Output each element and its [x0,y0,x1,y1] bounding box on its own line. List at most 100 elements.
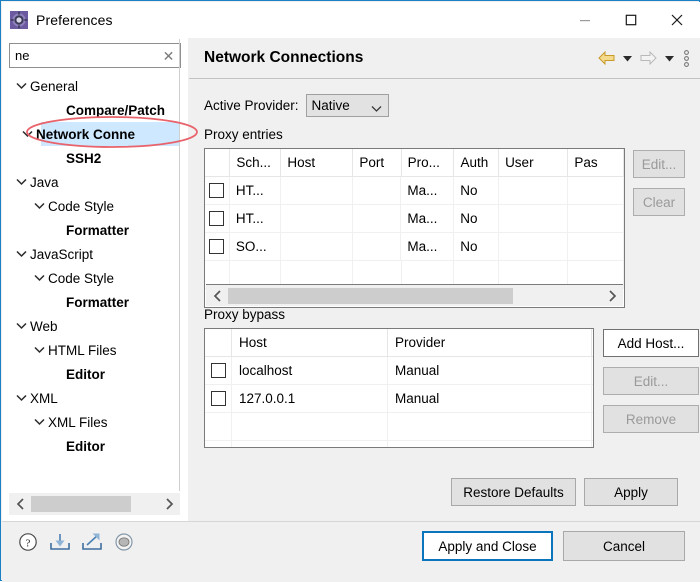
tree-indent-spacer [49,290,66,314]
checkbox-icon[interactable] [211,363,226,378]
forward-menu-chevron-down-icon[interactable] [660,38,678,78]
chevron-down-icon[interactable] [19,122,36,146]
proxy-entries-horizontal-scrollbar[interactable] [206,284,623,306]
chevron-down-icon[interactable] [31,410,48,434]
chevron-down-icon[interactable] [31,266,48,290]
proxy-bypass-edit-button[interactable]: Edit... [603,367,699,395]
column-header[interactable]: Auth [454,149,499,176]
checkbox-icon[interactable] [211,391,226,406]
proxy-entries-edit-button[interactable]: Edit... [633,150,685,178]
cell-port [353,205,401,232]
sidebar-item-formatter[interactable]: Formatter [3,218,180,242]
search-input[interactable] [10,45,157,66]
table-row[interactable]: HT...Ma...No [205,205,624,233]
chevron-down-icon[interactable] [13,242,30,266]
table-row[interactable]: HT...Ma...No [205,177,624,205]
table-row[interactable]: SO...Ma...No [205,233,624,261]
sidebar-horizontal-scrollbar[interactable] [9,493,180,515]
close-icon[interactable] [654,2,700,38]
sidebar-item-compare-patch[interactable]: Compare/Patch [3,98,180,122]
chevron-down-icon[interactable] [13,314,30,338]
chevron-down-icon[interactable] [13,170,30,194]
sidebar-item-xml[interactable]: XML [3,386,180,410]
proxy-bypass-table[interactable]: HostProviderlocalhostManual127.0.0.1Manu… [204,328,594,448]
active-provider-label: Active Provider: [204,98,299,113]
sidebar-item-java[interactable]: Java [3,170,180,194]
row-checkbox[interactable] [205,385,232,412]
cancel-button[interactable]: Cancel [563,531,685,561]
apply-and-close-button[interactable]: Apply and Close [422,531,553,561]
sidebar-item-editor[interactable]: Editor [3,362,180,386]
chevron-right-icon[interactable] [158,493,180,515]
apply-button[interactable]: Apply [584,478,678,506]
column-header[interactable]: Pas [568,149,624,176]
proxy-bypass-remove-button[interactable]: Remove [603,405,699,433]
sidebar-item-javascript[interactable]: JavaScript [3,242,180,266]
scrollbar-thumb[interactable] [31,496,131,512]
maximize-icon[interactable] [608,2,654,38]
checkbox-icon[interactable] [209,211,224,226]
active-provider-select[interactable]: Native [306,94,389,117]
chevron-down-icon[interactable] [13,386,30,410]
column-header[interactable] [205,149,230,176]
column-header[interactable]: Host [232,329,388,356]
sidebar-item-label: Code Style [48,199,114,214]
row-checkbox[interactable] [205,233,230,260]
sidebar-item-network-conne[interactable]: Network Conne [41,122,180,146]
search-field[interactable]: ✕ [9,43,181,68]
preferences-tree[interactable]: GeneralCompare/PatchNetwork ConneSSH2 Jav… [3,74,180,484]
sidebar-item-formatter[interactable]: Formatter [3,290,180,314]
restore-defaults-button[interactable]: Restore Defaults [451,478,576,506]
proxy-entries-table[interactable]: Sch...HostPortPro...AuthUserPasHT...Ma..… [204,148,625,308]
export-icon[interactable] [80,530,104,554]
header-divider [189,78,700,79]
chevron-down-icon[interactable] [31,194,48,218]
add-host-button[interactable]: Add Host... [603,329,699,357]
svg-text:?: ? [26,537,31,549]
chevron-left-icon[interactable] [9,493,31,515]
row-checkbox[interactable] [205,177,230,204]
column-header[interactable]: Pro... [402,149,455,176]
table-row[interactable]: localhostManual [205,357,593,385]
column-header[interactable]: Host [281,149,353,176]
sidebar-item-web[interactable]: Web [3,314,180,338]
back-menu-chevron-down-icon[interactable] [618,38,636,78]
scrollbar-thumb[interactable] [228,288,513,304]
oval-toggle-icon[interactable] [112,530,136,554]
chevron-right-icon[interactable] [601,285,623,307]
chevron-left-icon[interactable] [206,285,228,307]
column-header[interactable]: Provider [388,329,592,356]
back-arrow-icon[interactable] [594,38,618,78]
clear-icon[interactable]: ✕ [157,44,180,67]
sidebar-item-code-style[interactable]: Code Style [3,194,180,218]
column-header[interactable]: Port [353,149,401,176]
checkbox-icon[interactable] [209,183,224,198]
cell-empty [232,413,388,440]
column-header[interactable]: Sch... [230,149,281,176]
cell-empty [205,413,232,440]
sidebar-item-label: Java [30,175,59,190]
proxy-entries-clear-button[interactable]: Clear [633,188,685,216]
row-checkbox[interactable] [205,357,232,384]
table-row[interactable]: 127.0.0.1Manual [205,385,593,413]
sidebar-item-code-style[interactable]: Code Style [3,266,180,290]
sidebar-item-html-files[interactable]: HTML Files [3,338,180,362]
forward-arrow-icon[interactable] [636,38,660,78]
cell-user [499,205,568,232]
chevron-down-icon[interactable] [31,338,48,362]
chevron-down-icon[interactable] [13,74,30,98]
help-icon[interactable]: ? [16,530,40,554]
checkbox-icon[interactable] [209,239,224,254]
sidebar-item-ssh2[interactable]: SSH2 [3,146,180,170]
import-icon[interactable] [48,530,72,554]
panel-splitter[interactable] [179,39,180,491]
sidebar-item-general[interactable]: General [3,74,180,98]
vertical-dots-icon[interactable] [678,38,694,78]
sidebar-item-editor[interactable]: Editor [3,434,180,458]
column-header[interactable] [205,329,232,356]
page-content: Network Connections [189,38,700,521]
row-checkbox[interactable] [205,205,230,232]
minimize-icon[interactable] [562,2,608,38]
column-header[interactable]: User [499,149,568,176]
sidebar-item-xml-files[interactable]: XML Files [3,410,180,434]
